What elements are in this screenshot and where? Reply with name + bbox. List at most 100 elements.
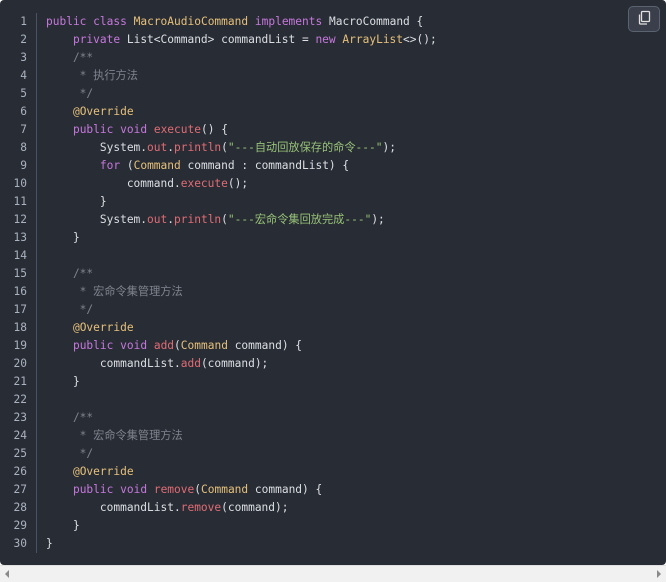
code-token: command. [46, 177, 181, 190]
line-number: 27 [13, 483, 27, 496]
code-line: * 执行方法 [46, 67, 626, 85]
code-token: (command); [200, 357, 269, 370]
code-token: /** [46, 51, 94, 64]
line-number: 17 [13, 303, 27, 316]
line-number: 11 [13, 195, 27, 208]
code-token: implements [254, 15, 323, 28]
code-line: private List<Command> commandList = new … [46, 31, 626, 49]
code-token: command : commandList) { [180, 159, 350, 172]
code-token: @Override [72, 321, 134, 334]
line-number: 21 [13, 375, 27, 388]
code-token: . [167, 213, 175, 226]
code-token: ); [371, 213, 385, 226]
code-token: ( [120, 159, 134, 172]
code-token: . [167, 141, 175, 154]
code-line: @Override [46, 463, 626, 481]
copy-icon [637, 10, 651, 28]
copy-button[interactable] [628, 6, 660, 32]
code-line: * 宏命令集管理方法 [46, 427, 626, 445]
code-token: ( [221, 141, 228, 154]
code-token: } [46, 537, 53, 550]
code-line: */ [46, 301, 626, 319]
code-token: execute [153, 123, 201, 136]
code-token: * 宏命令集管理方法 [46, 285, 183, 298]
code-token: } [46, 231, 80, 244]
code-token: out [147, 213, 168, 226]
code-line: commandList.add(command); [46, 355, 626, 373]
scroll-left-arrow-icon[interactable] [5, 570, 9, 578]
code-token: ( [174, 339, 181, 352]
line-number: 2 [20, 33, 27, 46]
line-number: 16 [13, 285, 27, 298]
scroll-right-arrow-icon[interactable] [657, 570, 661, 578]
code-line: commandList.remove(command); [46, 499, 626, 517]
code-token: List<Command> commandList = [120, 33, 316, 46]
code-token: /** [46, 267, 94, 280]
code-token: System. [46, 213, 148, 226]
code-line: } [46, 373, 626, 391]
code-token: ( [194, 483, 201, 496]
code-token: out [147, 141, 168, 154]
code-token: private [72, 33, 121, 46]
line-number: 13 [13, 231, 27, 244]
code-token: (command); [221, 501, 289, 514]
line-number: 20 [13, 357, 27, 370]
line-number: 12 [13, 213, 27, 226]
code-token: remove [153, 483, 195, 496]
code-line: @Override [46, 103, 626, 121]
code-line: } [46, 193, 626, 211]
code-token: remove [180, 501, 222, 514]
line-number: 23 [13, 411, 27, 424]
code-token: public [46, 15, 87, 28]
horizontal-scrollbar[interactable] [0, 565, 666, 582]
code-token: /** [46, 411, 94, 424]
code-token: ); [382, 141, 396, 154]
code-line: public void execute() { [46, 121, 626, 139]
code-token: */ [46, 87, 94, 100]
code-area[interactable]: public class MacroAudioCommand implement… [46, 13, 626, 553]
code-line: * 宏命令集管理方法 [46, 283, 626, 301]
code-token: * 宏命令集管理方法 [46, 429, 183, 442]
line-number: 19 [13, 339, 27, 352]
code-token: Command [201, 483, 249, 496]
code-token: "---自动回放保存的命令---" [227, 141, 383, 154]
code-token: () { [200, 123, 228, 136]
line-number: 15 [13, 267, 27, 280]
code-token: execute [180, 177, 228, 190]
code-line: @Override [46, 319, 626, 337]
code-token: public [72, 339, 114, 352]
code-token: } [46, 519, 80, 532]
line-number: 9 [20, 159, 27, 172]
code-token: public [72, 123, 114, 136]
code-token: } [46, 195, 107, 208]
line-number: 29 [13, 519, 27, 532]
code-token: println [174, 141, 222, 154]
code-line: } [46, 229, 626, 247]
line-number: 25 [13, 447, 27, 460]
code-token: Command [133, 159, 181, 172]
line-number: 6 [20, 105, 27, 118]
code-line: public void add(Command command) { [46, 337, 626, 355]
code-token: public [72, 483, 114, 496]
code-token: void [120, 339, 148, 352]
code-token: commandList. [46, 501, 181, 514]
line-number: 5 [20, 87, 27, 100]
line-number: 22 [13, 393, 27, 406]
line-number: 30 [13, 537, 27, 550]
code-line: command.execute(); [46, 175, 626, 193]
code-line: public void remove(Command command) { [46, 481, 626, 499]
code-token: command) { [248, 483, 323, 496]
code-token: MacroCommand { [322, 15, 424, 28]
code-token: void [120, 483, 148, 496]
